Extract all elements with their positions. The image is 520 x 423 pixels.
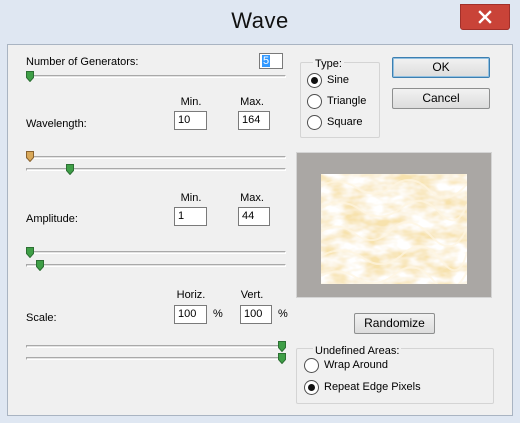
generators-slider-thumb[interactable] [26, 71, 34, 82]
wavelength-max-input[interactable]: 164 [238, 111, 270, 130]
amplitude-max-slider-track[interactable] [26, 264, 286, 267]
window-title: Wave [231, 8, 289, 33]
scale-horiz-slider-thumb[interactable] [278, 341, 286, 352]
scale-vert-header: Vert. [240, 289, 264, 301]
wavelength-min-input[interactable]: 10 [174, 111, 207, 130]
repeat-edge-pixels-label: Repeat Edge Pixels [324, 381, 421, 393]
scale-vert-slider-thumb[interactable] [278, 353, 286, 364]
close-button[interactable] [460, 4, 510, 30]
preview-frame [296, 152, 492, 298]
cancel-button[interactable]: Cancel [392, 88, 490, 109]
scale-horiz-slider-track[interactable] [26, 345, 286, 348]
type-triangle-radio[interactable] [307, 94, 322, 109]
wavelength-label: Wavelength: [26, 118, 87, 130]
amplitude-label: Amplitude: [26, 213, 78, 225]
amplitude-max-slider-thumb[interactable] [36, 260, 45, 271]
amplitude-max-input[interactable]: 44 [238, 207, 270, 226]
type-square-radio[interactable] [307, 115, 322, 130]
wavelength-max-slider-track[interactable] [26, 168, 286, 171]
wavelength-min-slider-track[interactable] [26, 156, 286, 159]
generators-slider-track[interactable] [26, 75, 286, 78]
ok-button[interactable]: OK [392, 57, 490, 78]
amplitude-min-slider-thumb[interactable] [26, 247, 34, 258]
amplitude-max-header: Max. [240, 192, 264, 204]
scale-vert-slider-track[interactable] [26, 357, 286, 360]
amplitude-min-slider-track[interactable] [26, 251, 286, 254]
scale-label: Scale: [26, 312, 57, 324]
undefined-areas-label: Undefined Areas: [313, 345, 402, 357]
type-square-label: Square [327, 116, 363, 128]
type-sine-label: Sine [327, 74, 350, 86]
type-sine-radio[interactable] [307, 73, 322, 88]
scale-vert-input[interactable]: 100 [240, 305, 272, 324]
scale-horiz-header: Horiz. [176, 289, 206, 301]
scale-horiz-input[interactable]: 100 [174, 305, 207, 324]
close-icon [478, 10, 492, 24]
wrap-around-label: Wrap Around [324, 359, 389, 371]
wavelength-max-slider-thumb[interactable] [66, 164, 75, 175]
type-triangle-label: Triangle [327, 95, 367, 107]
generators-input[interactable]: 5 [259, 53, 283, 69]
wavelength-max-header: Max. [240, 96, 264, 108]
randomize-button[interactable]: Randomize [354, 313, 435, 334]
wavelength-min-header: Min. [180, 96, 202, 108]
wavelength-min-slider-thumb[interactable] [26, 151, 34, 162]
amplitude-min-header: Min. [180, 192, 202, 204]
generators-value: 5 [262, 55, 271, 67]
generators-label: Number of Generators: [26, 56, 139, 68]
preview-image [321, 174, 467, 284]
amplitude-min-input[interactable]: 1 [174, 207, 207, 226]
type-label: Type: [313, 58, 344, 70]
repeat-edge-pixels-radio[interactable] [304, 380, 319, 395]
scale-horiz-unit: % [213, 308, 223, 320]
wrap-around-radio[interactable] [304, 358, 319, 373]
scale-vert-unit: % [278, 308, 288, 320]
